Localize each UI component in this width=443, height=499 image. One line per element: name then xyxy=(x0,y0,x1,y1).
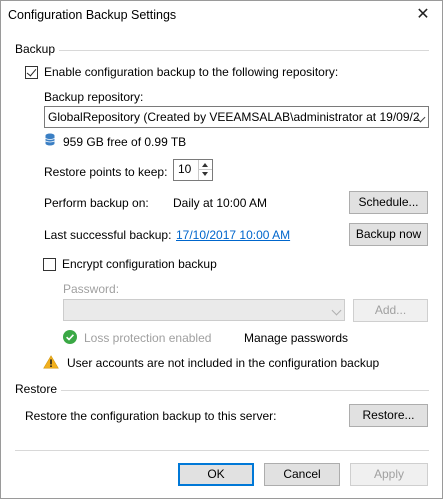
add-password-button[interactable]: Add... xyxy=(353,299,428,322)
repository-value: GlobalRepository (Created by VEEAMSALAB\… xyxy=(48,110,420,124)
stepper-buttons xyxy=(198,160,212,180)
footer-divider xyxy=(15,450,429,451)
last-backup-link[interactable]: 17/10/2017 10:00 AM xyxy=(176,228,290,242)
repository-label: Backup repository: xyxy=(44,90,144,104)
restore-points-stepper[interactable]: 10 xyxy=(173,159,213,181)
title-bar[interactable]: Configuration Backup Settings ✕ xyxy=(1,1,442,31)
apply-button[interactable]: Apply xyxy=(350,463,428,486)
arrow-up-icon xyxy=(202,163,208,167)
encrypt-backup-label[interactable]: Encrypt configuration backup xyxy=(62,257,217,271)
backup-section-heading: Backup xyxy=(15,42,56,56)
ok-button[interactable]: OK xyxy=(178,463,254,486)
warning-text: User accounts are not included in the co… xyxy=(67,356,380,370)
loss-protection-text: Loss protection enabled xyxy=(84,331,212,345)
arrow-down-icon xyxy=(202,172,208,176)
last-backup-label: Last successful backup: xyxy=(44,228,172,242)
window-title: Configuration Backup Settings xyxy=(8,8,177,22)
dialog-window: Configuration Backup Settings ✕ Backup E… xyxy=(0,0,443,499)
free-space-text: 959 GB free of 0.99 TB xyxy=(63,135,187,149)
warning-icon xyxy=(43,355,59,369)
restore-points-label: Restore points to keep: xyxy=(44,165,168,179)
restore-label: Restore the configuration backup to this… xyxy=(25,409,277,423)
perform-backup-label: Perform backup on: xyxy=(44,196,149,210)
stepper-down-button[interactable] xyxy=(199,170,212,180)
schedule-button[interactable]: Schedule... xyxy=(349,191,428,214)
enable-backup-label[interactable]: Enable configuration backup to the follo… xyxy=(44,65,338,79)
restore-button[interactable]: Restore... xyxy=(349,404,428,427)
restore-points-value[interactable]: 10 xyxy=(178,162,191,176)
perform-backup-value: Daily at 10:00 AM xyxy=(173,196,268,210)
enable-backup-checkbox[interactable] xyxy=(25,66,38,79)
password-dropdown[interactable] xyxy=(63,299,345,321)
backup-section-divider xyxy=(59,50,429,51)
repository-dropdown[interactable]: GlobalRepository (Created by VEEAMSALAB\… xyxy=(44,106,429,128)
restore-section-heading: Restore xyxy=(15,382,58,396)
backup-now-button[interactable]: Backup now xyxy=(349,223,428,246)
check-circle-icon xyxy=(63,330,77,344)
stepper-up-button[interactable] xyxy=(199,160,212,170)
restore-section-divider xyxy=(61,390,429,391)
manage-passwords-link[interactable]: Manage passwords xyxy=(244,331,348,345)
close-icon[interactable]: ✕ xyxy=(412,5,434,25)
cancel-button[interactable]: Cancel xyxy=(264,463,340,486)
password-label: Password: xyxy=(63,282,120,296)
chevron-down-icon xyxy=(331,305,342,316)
encrypt-backup-checkbox[interactable] xyxy=(43,258,56,271)
database-icon xyxy=(45,133,55,146)
